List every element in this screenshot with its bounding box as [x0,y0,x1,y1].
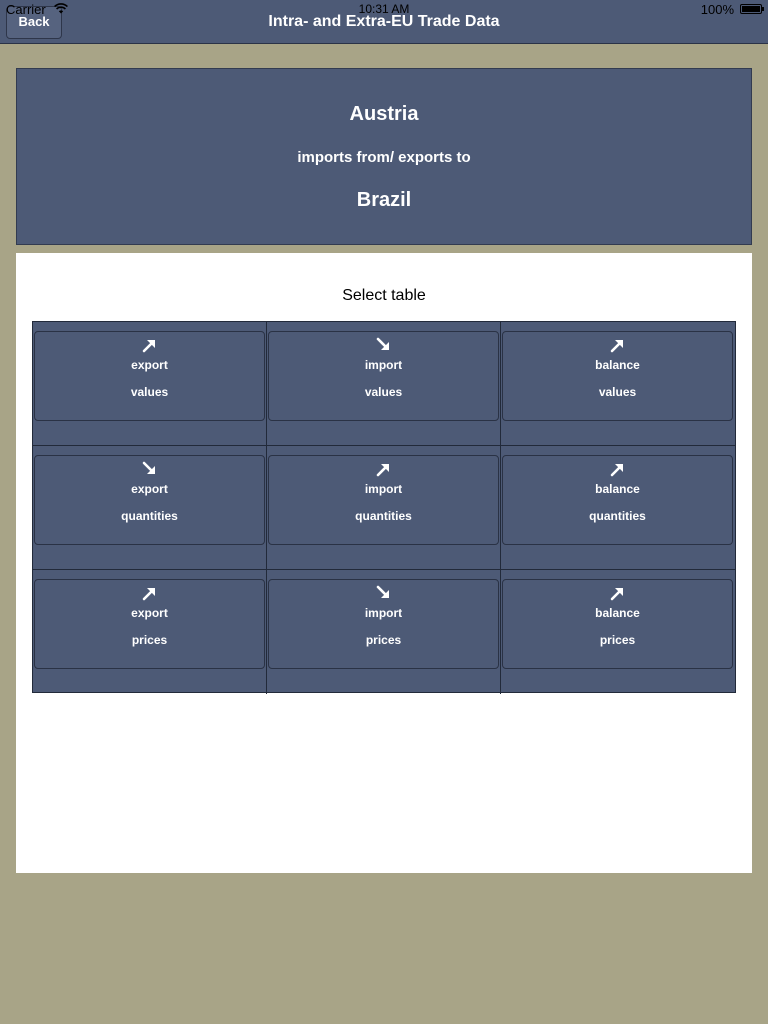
table-grid-cell: balance values [501,322,735,446]
table-tile-balance-quantities[interactable]: balance quantities [502,455,733,545]
table-tile-import-quantities[interactable]: import quantities [268,455,499,545]
arrow-down-right-icon [142,461,155,474]
arrow-down-right-icon [376,585,389,598]
tile-measure-label: prices [131,633,168,647]
tile-flow-label: export [131,482,168,496]
table-tile-export-quantities[interactable]: export quantities [34,455,265,545]
tile-measure-label: prices [599,633,636,647]
select-table-title: Select table [342,287,426,304]
table-tile-import-prices[interactable]: import prices [268,579,499,669]
table-tile-export-prices[interactable]: export prices [34,579,265,669]
partner-country: Brazil [356,189,412,211]
table-grid-cell: import quantities [267,446,501,570]
table-grid: export values import values balance values exp… [32,321,736,694]
arrow-up-right-icon [610,340,623,353]
tile-flow-label: balance [595,358,640,372]
table-tile-balance-prices[interactable]: balance prices [502,579,733,669]
tile-flow-label: export [131,358,168,372]
battery-percent: 100% [700,2,734,17]
arrow-up-right-icon [610,464,623,477]
table-grid-cell: export values [33,322,267,446]
tile-flow-label: export [131,606,168,620]
trade-partner-header: Austria imports from/ exports to Brazil [16,68,752,245]
table-tile-import-values[interactable]: import values [268,331,499,421]
arrow-down-right-icon [376,337,389,350]
tile-measure-label: values [130,385,169,399]
arrow-up-right-icon [142,340,155,353]
table-tile-export-values[interactable]: export values [34,331,265,421]
tile-flow-label: import [364,358,403,372]
table-tile-balance-values[interactable]: balance values [502,331,733,421]
battery-icon [740,4,764,14]
reporter-country: Austria [349,103,419,125]
tile-flow-label: balance [595,606,640,620]
tile-measure-label: quantities [355,509,412,523]
tile-flow-label: import [364,482,403,496]
tile-flow-label: import [364,606,403,620]
tile-measure-label: quantities [121,509,178,523]
tile-measure-label: values [598,385,637,399]
relation-label: imports from/ exports to [297,149,471,166]
tile-measure-label: values [364,385,403,399]
table-grid-cell: import prices [267,570,501,694]
tile-measure-label: quantities [589,509,646,523]
table-grid-cell: export prices [33,570,267,694]
table-grid-cell: import values [267,322,501,446]
status-bar: Carrier 10:31 AM 100% [0,0,768,20]
tile-flow-label: balance [595,482,640,496]
arrow-up-right-icon [376,464,389,477]
clock-label: 10:31 AM [358,2,410,16]
table-grid-cell: export quantities [33,446,267,570]
arrow-up-right-icon [610,588,623,601]
arrow-up-right-icon [142,588,155,601]
tile-measure-label: prices [365,633,402,647]
table-grid-cell: balance quantities [501,446,735,570]
table-selection-panel: Select table export values import values bal… [16,253,752,873]
table-grid-cell: balance prices [501,570,735,694]
